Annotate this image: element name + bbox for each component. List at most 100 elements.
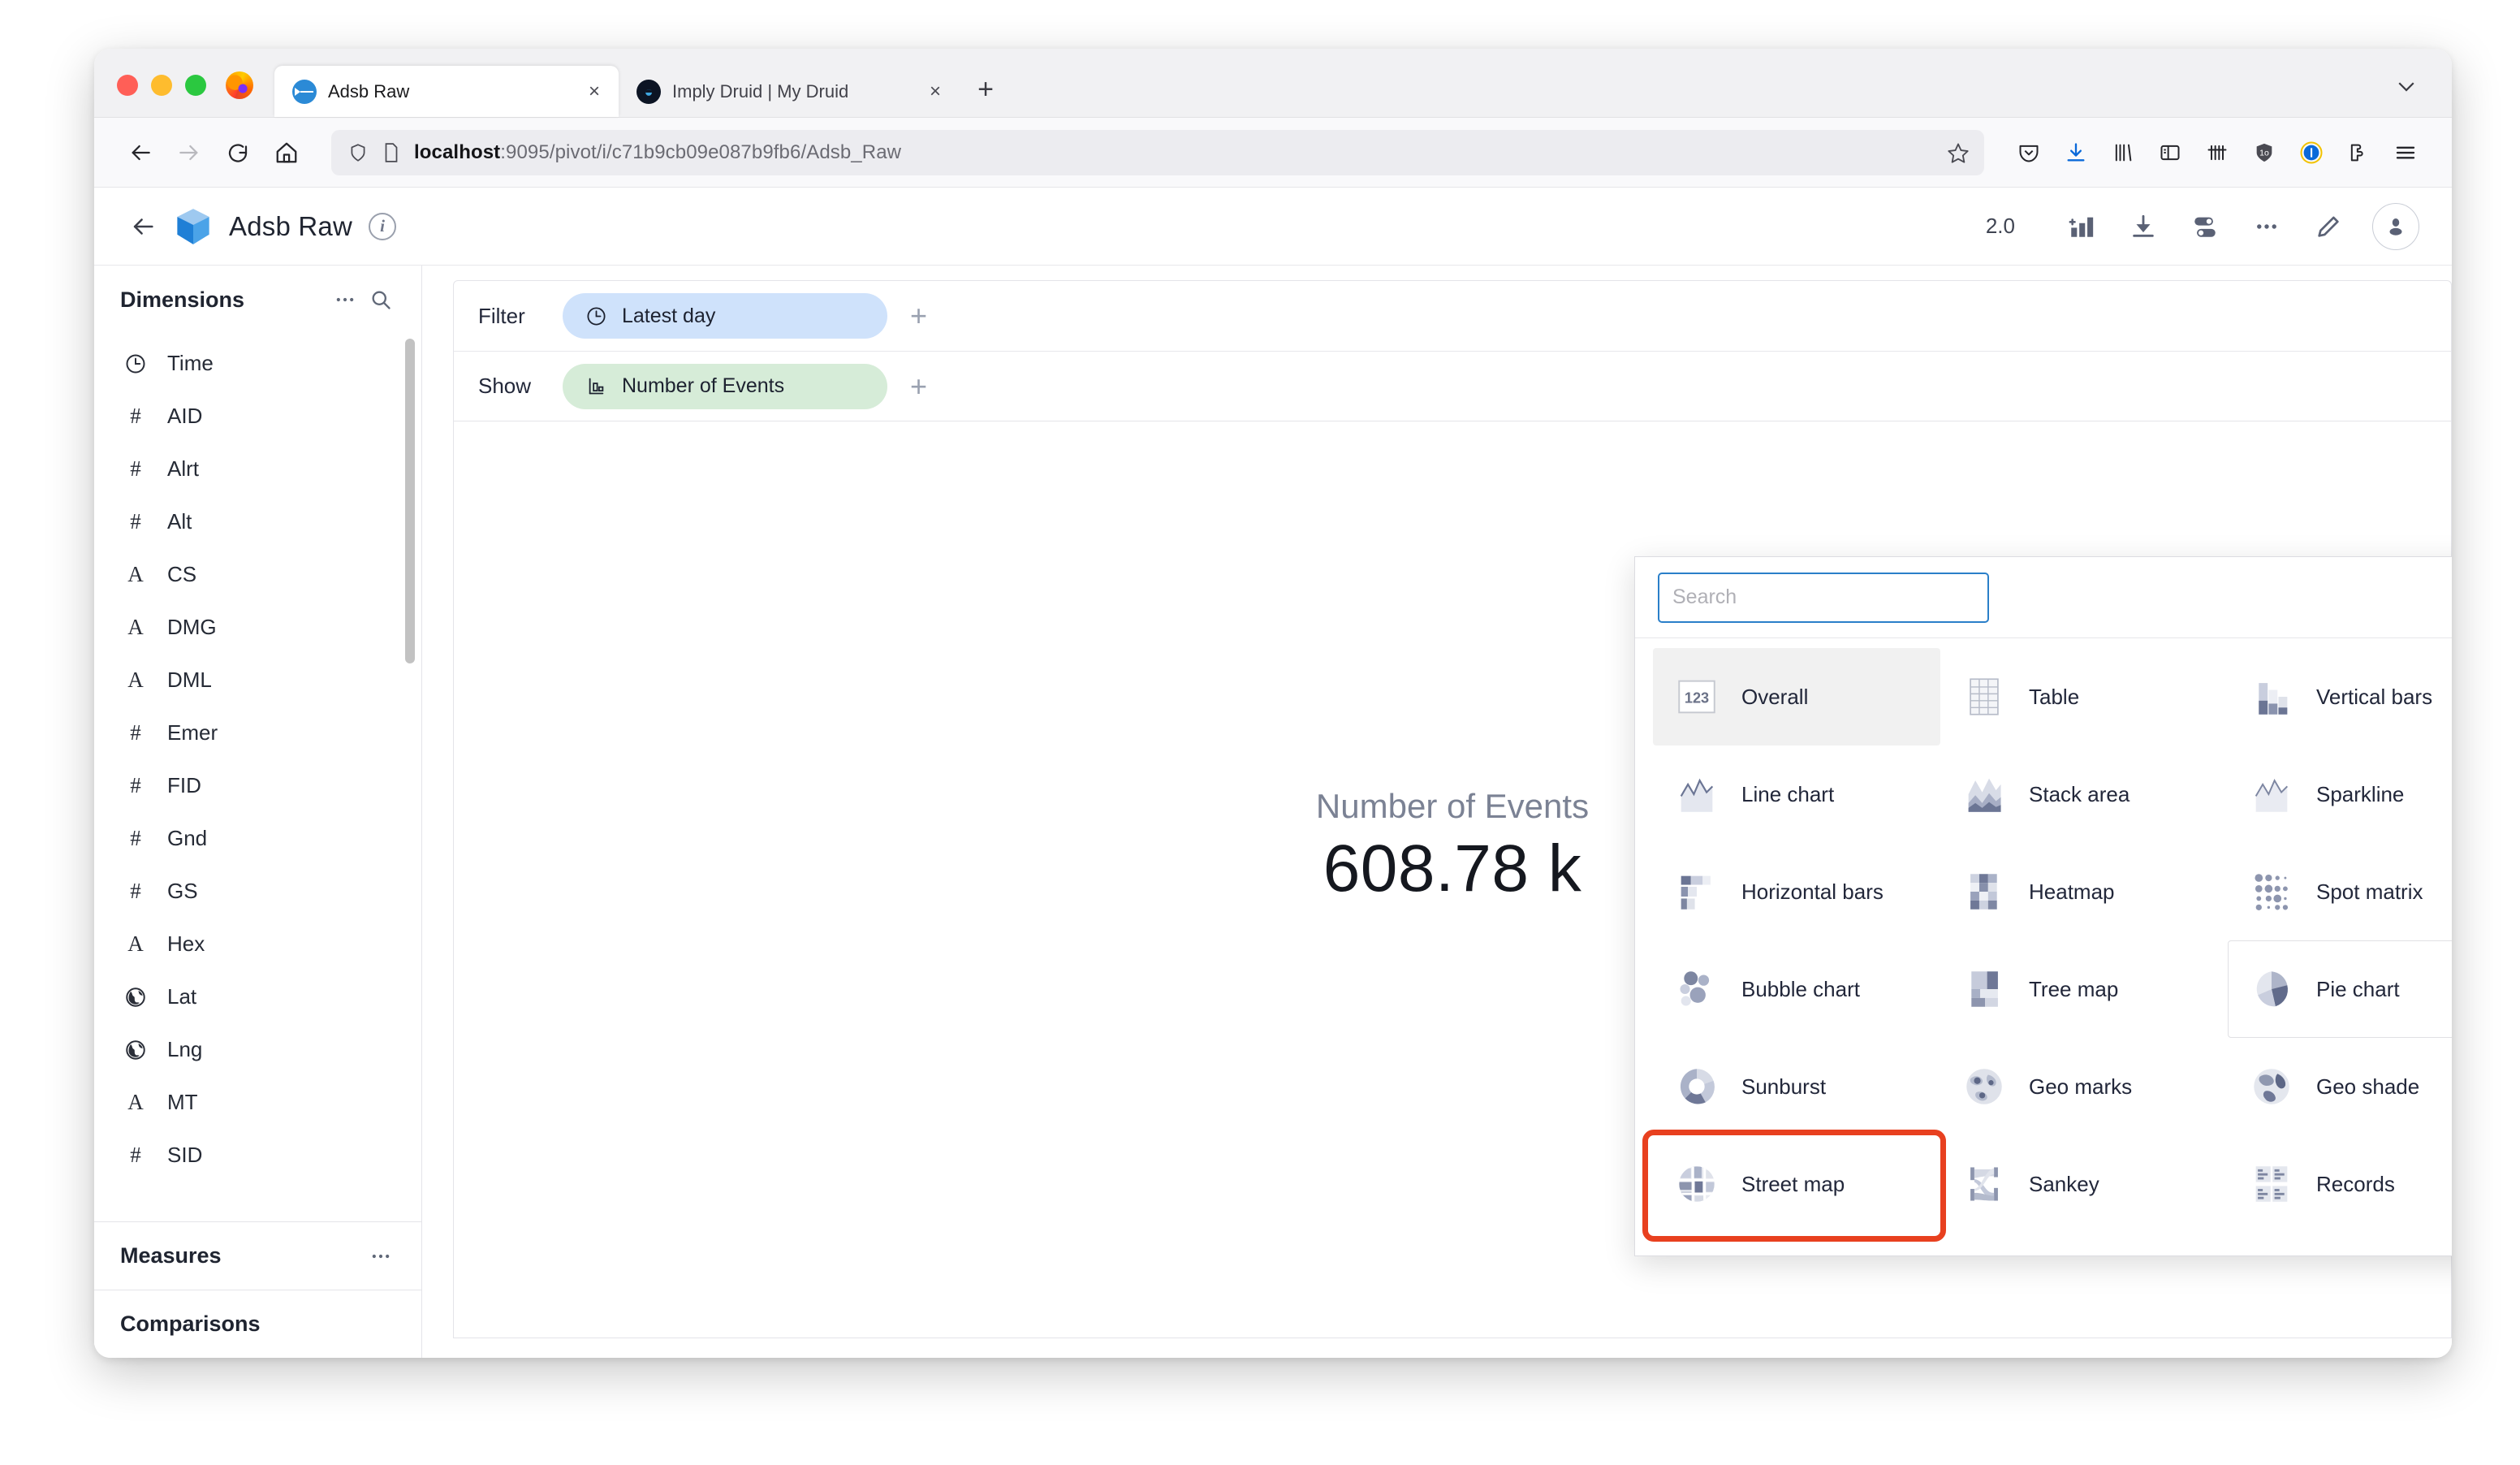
info-icon[interactable]: i [369, 213, 396, 240]
dimension-item-gs[interactable]: # GS [94, 865, 421, 918]
containers-icon[interactable] [2195, 131, 2239, 175]
viz-option-vertical-bars[interactable]: Vertical bars [2228, 648, 2452, 745]
star-icon[interactable] [1947, 141, 1970, 164]
viz-option-overall[interactable]: 123 Overall [1653, 648, 1940, 745]
sidebar-scrollbar[interactable] [405, 334, 415, 1221]
user-avatar-icon[interactable] [2372, 203, 2419, 250]
show-label: Show [478, 374, 540, 399]
url-address-bar[interactable]: localhost:9095/pivot/i/c71b9cb09e087b9fb… [331, 130, 1984, 175]
window-minimize-button[interactable] [151, 75, 172, 96]
dimension-item-mt[interactable]: A MT [94, 1076, 421, 1129]
new-tab-button[interactable]: + [968, 71, 1003, 107]
dimension-item-sid[interactable]: # SID [94, 1129, 421, 1182]
add-tile-icon[interactable] [2059, 204, 2104, 249]
viz-option-bubble-chart[interactable]: Bubble chart [1653, 940, 1940, 1038]
dimension-item-alt[interactable]: # Alt [94, 495, 421, 548]
sidebar-item-comparisons[interactable]: Comparisons [94, 1290, 421, 1358]
browser-tab-adsb-raw[interactable]: Adsb Raw × [274, 66, 619, 117]
firefox-logo-icon [226, 71, 253, 99]
viz-option-geo-marks[interactable]: Geo marks [1940, 1038, 2228, 1135]
more-options-icon[interactable] [327, 282, 363, 318]
clock-icon [122, 350, 149, 378]
viz-option-geo-shade[interactable]: Geo shade [2228, 1038, 2452, 1135]
dimension-item-cs[interactable]: A CS [94, 548, 421, 601]
onepassword-icon[interactable] [2289, 131, 2333, 175]
window-close-button[interactable] [117, 75, 138, 96]
sidebar-scrollbar-thumb[interactable] [405, 339, 415, 663]
browser-tab-title: Imply Druid | My Druid [672, 81, 911, 102]
browser-toolbar-icons: 1o [2007, 131, 2427, 175]
dimension-label: Hex [167, 931, 205, 957]
app-back-arrow-icon[interactable] [122, 205, 164, 248]
viz-option-spot-matrix[interactable]: Spot matrix [2228, 843, 2452, 940]
pivot-favicon-icon [292, 80, 317, 104]
tab-list-chevron-down-icon[interactable] [2388, 68, 2424, 104]
letter-a-icon: A [122, 1089, 149, 1117]
extensions-icon[interactable] [2337, 131, 2380, 175]
download-icon[interactable] [2121, 204, 2166, 249]
dimension-item-alrt[interactable]: # Alrt [94, 443, 421, 495]
settings-toggles-icon[interactable] [2182, 204, 2228, 249]
dimension-item-fid[interactable]: # FID [94, 759, 421, 812]
browser-tab-close-icon[interactable]: × [922, 79, 948, 105]
add-measure-button[interactable]: + [910, 372, 927, 401]
dimension-item-dml[interactable]: A DML [94, 654, 421, 707]
viz-option-sunburst[interactable]: Sunburst [1653, 1038, 1940, 1135]
app-body: Dimensions [94, 266, 2452, 1358]
dimension-item-hex[interactable]: A Hex [94, 918, 421, 970]
viz-option-street-map[interactable]: Street map [1653, 1135, 1940, 1233]
measures-title: Measures [120, 1243, 363, 1268]
dimension-item-emer[interactable]: # Emer [94, 707, 421, 759]
left-sidebar: Dimensions [94, 266, 422, 1358]
dimension-item-dmg[interactable]: A DMG [94, 601, 421, 654]
more-options-icon[interactable] [2244, 204, 2289, 249]
shield-privacy-icon[interactable]: 1o [2242, 131, 2286, 175]
window-maximize-button[interactable] [185, 75, 206, 96]
hamburger-menu-icon[interactable] [2384, 131, 2427, 175]
show-pill-number-of-events[interactable]: Number of Events [563, 364, 887, 409]
viz-option-stack-area[interactable]: Stack area [1940, 745, 2228, 843]
browser-tab-imply-druid[interactable]: ◒ Imply Druid | My Druid × [619, 66, 960, 117]
viz-option-label: Heatmap [2029, 879, 2115, 905]
browser-tab-close-icon[interactable]: × [581, 79, 607, 105]
viz-option-sparkline[interactable]: Sparkline [2228, 745, 2452, 843]
dimension-item-time[interactable]: Time [94, 337, 421, 390]
dimension-item-lat[interactable]: Lat [94, 970, 421, 1023]
more-options-icon[interactable] [363, 1238, 399, 1274]
comparisons-title: Comparisons [120, 1312, 399, 1337]
sidebar-icon[interactable] [2148, 131, 2192, 175]
url-host: localhost [414, 141, 500, 163]
viz-option-tree-map[interactable]: Tree map [1940, 940, 2228, 1038]
browser-tab-strip: Adsb Raw × ◒ Imply Druid | My Druid × + [94, 49, 2452, 118]
viz-option-heatmap[interactable]: Heatmap [1940, 843, 2228, 940]
viz-option-line-chart[interactable]: Line chart [1653, 745, 1940, 843]
totals-visualization: Number of Events 608.78 k [1316, 787, 1589, 907]
heatmap-icon [1961, 868, 2008, 915]
reload-icon[interactable] [216, 131, 260, 175]
viz-option-pie-chart[interactable]: Pie chart [2228, 940, 2452, 1038]
add-filter-button[interactable]: + [910, 301, 927, 331]
viz-option-sankey[interactable]: Sankey [1940, 1135, 2228, 1233]
letter-a-icon: A [122, 614, 149, 642]
dimensions-header: Dimensions [94, 266, 421, 334]
dimension-item-gnd[interactable]: # Gnd [94, 812, 421, 865]
download-icon[interactable] [2054, 131, 2098, 175]
pocket-save-icon[interactable] [2007, 131, 2051, 175]
viz-option-records[interactable]: Records [2228, 1135, 2452, 1233]
bubble-chart-icon [1673, 966, 1720, 1013]
library-icon[interactable] [2101, 131, 2145, 175]
hash-icon: # [122, 403, 149, 430]
viz-option-table[interactable]: Table [1940, 648, 2228, 745]
sidebar-item-measures[interactable]: Measures [94, 1221, 421, 1290]
dimension-item-aid[interactable]: # AID [94, 390, 421, 443]
search-icon[interactable] [363, 282, 399, 318]
back-arrow-icon[interactable] [119, 131, 162, 175]
filter-pill-latest-day[interactable]: Latest day [563, 293, 887, 339]
filter-row: Filter Latest day + [454, 281, 2451, 351]
dimension-label: MT [167, 1090, 198, 1115]
dimension-item-lng[interactable]: Lng [94, 1023, 421, 1076]
search-input[interactable] [1658, 573, 1989, 623]
edit-pencil-icon[interactable] [2306, 204, 2351, 249]
home-icon[interactable] [265, 131, 309, 175]
viz-option-horizontal-bars[interactable]: Horizontal bars [1653, 843, 1940, 940]
